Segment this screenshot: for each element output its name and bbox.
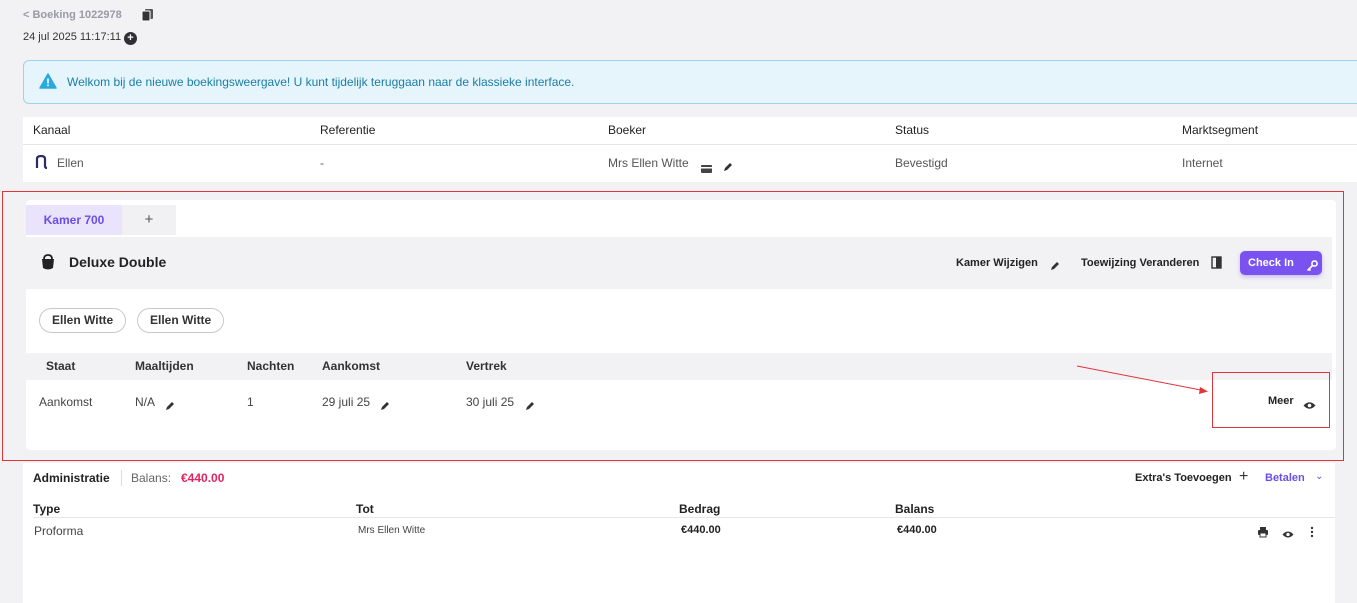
header-booker: Boeker xyxy=(608,123,647,137)
reference-value: - xyxy=(320,156,324,170)
balance-value: €440.00 xyxy=(181,471,225,485)
add-circle-icon[interactable]: + xyxy=(124,32,137,45)
annotation-highlight-box xyxy=(2,191,1344,461)
chevron-down-icon[interactable]: ⌄ xyxy=(1315,471,1323,482)
back-to-booking-link[interactable]: < Boeking 1022978 xyxy=(23,9,122,21)
divider xyxy=(121,470,122,486)
channel-value: Ellen xyxy=(57,156,84,170)
col-amount: Bedrag xyxy=(679,502,721,516)
annotation-more-box xyxy=(1212,372,1330,428)
annotation-arrow xyxy=(1076,365,1208,394)
banner-message[interactable]: Welkom bij de nieuwe boekingsweergave! U… xyxy=(67,75,574,89)
row-balance: €440.00 xyxy=(897,524,937,536)
col-to: Tot xyxy=(356,502,374,516)
header-reference: Referentie xyxy=(320,123,376,137)
booking-timestamp: 24 jul 2025 11:17:11 xyxy=(23,31,122,43)
channel-logo-icon xyxy=(35,154,49,170)
header-channel: Kanaal xyxy=(33,123,71,137)
info-banner: Welkom bij de nieuwe boekingsweergave! U… xyxy=(23,60,1357,104)
pay-dropdown[interactable]: Betalen xyxy=(1265,472,1305,484)
header-segment: Marktsegment xyxy=(1182,123,1259,137)
divider xyxy=(23,144,1357,145)
booker-value[interactable]: Mrs Ellen Witte xyxy=(608,156,689,170)
warning-icon xyxy=(39,73,57,89)
add-extras-button[interactable]: Extra's Toevoegen xyxy=(1135,472,1232,484)
eye-icon[interactable] xyxy=(1282,526,1294,538)
plus-icon[interactable]: + xyxy=(1239,468,1248,486)
status-value: Bevestigd xyxy=(895,156,948,170)
card-icon[interactable] xyxy=(701,160,712,173)
admin-title: Administratie xyxy=(33,471,110,485)
row-type: Proforma xyxy=(34,524,84,538)
row-amount: €440.00 xyxy=(681,524,721,536)
segment-value: Internet xyxy=(1182,156,1223,170)
administration-card: Administratie Balans: €440.00 Extra's To… xyxy=(23,463,1335,603)
col-balance: Balans xyxy=(895,502,935,516)
balance-label: Balans: xyxy=(131,471,172,485)
copy-icon[interactable] xyxy=(141,8,155,22)
print-icon[interactable] xyxy=(1257,525,1269,538)
edit-booker-icon[interactable] xyxy=(723,159,733,171)
booking-info-card: Kanaal Referentie Boeker Status Marktseg… xyxy=(23,117,1357,182)
more-vertical-icon[interactable] xyxy=(1310,525,1314,538)
divider xyxy=(33,517,1335,518)
col-type: Type xyxy=(33,502,61,516)
header-status: Status xyxy=(895,123,930,137)
row-to: Mrs Ellen Witte xyxy=(358,525,426,536)
